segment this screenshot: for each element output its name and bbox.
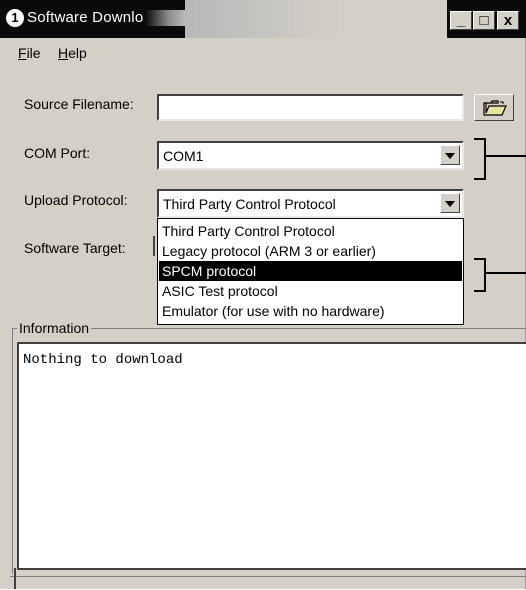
menu-help-accel: H bbox=[58, 45, 69, 61]
information-legend: Information bbox=[17, 320, 92, 336]
menu-bar: File Help bbox=[0, 38, 526, 62]
folder-open-icon bbox=[483, 100, 507, 116]
chevron-down-icon[interactable] bbox=[440, 145, 460, 165]
upload-protocol-label: Upload Protocol: bbox=[24, 192, 128, 208]
status-divider bbox=[14, 568, 16, 589]
upload-protocol-select[interactable]: Third Party Control Protocol bbox=[157, 189, 464, 218]
com-port-value: COM1 bbox=[163, 148, 204, 164]
menu-file-accel: F bbox=[18, 45, 27, 61]
dropdown-option-selected[interactable]: SPCM protocol bbox=[159, 261, 462, 281]
information-textarea[interactable]: Nothing to download bbox=[17, 342, 526, 570]
maximize-button[interactable]: □ bbox=[473, 11, 495, 30]
dropdown-option[interactable]: Third Party Control Protocol bbox=[159, 221, 462, 241]
software-download-window: 1 Software Downlo _ □ x File Help Source… bbox=[0, 0, 526, 589]
com-port-select[interactable]: COM1 bbox=[157, 141, 464, 170]
software-target-label: Software Target: bbox=[24, 240, 126, 256]
callout-bracket-dropdown bbox=[474, 258, 486, 292]
dropdown-option[interactable]: Legacy protocol (ARM 3 or earlier) bbox=[159, 241, 462, 261]
browse-button[interactable] bbox=[474, 94, 514, 121]
software-target-field-edge[interactable] bbox=[153, 236, 155, 256]
source-filename-label: Source Filename: bbox=[24, 96, 134, 112]
menu-file-label: ile bbox=[26, 45, 41, 61]
menu-file[interactable]: File bbox=[18, 45, 41, 61]
upload-protocol-value: Third Party Control Protocol bbox=[163, 196, 336, 212]
close-button[interactable]: x bbox=[497, 11, 519, 30]
title-gradient bbox=[185, 0, 447, 38]
callout-bracket-com-port bbox=[474, 138, 486, 180]
com-port-label: COM Port: bbox=[24, 145, 91, 161]
app-icon: 1 bbox=[6, 9, 24, 27]
menu-help-label: elp bbox=[68, 45, 87, 61]
callout-line-dropdown bbox=[484, 272, 526, 274]
menu-help[interactable]: Help bbox=[58, 45, 87, 61]
status-bar bbox=[10, 576, 526, 590]
title-bar[interactable]: 1 Software Downlo _ □ x bbox=[0, 0, 526, 38]
callout-line-com-port bbox=[484, 155, 526, 157]
minimize-button[interactable]: _ bbox=[450, 11, 472, 30]
window-title: Software Downlo bbox=[27, 9, 144, 26]
dropdown-option[interactable]: Emulator (for use with no hardware) bbox=[159, 301, 462, 321]
chevron-down-icon[interactable] bbox=[440, 193, 460, 213]
dropdown-option[interactable]: ASIC Test protocol bbox=[159, 281, 462, 301]
title-fade bbox=[145, 10, 185, 26]
upload-protocol-dropdown-list[interactable]: Third Party Control Protocol Legacy prot… bbox=[157, 218, 464, 325]
source-filename-input[interactable] bbox=[157, 94, 464, 121]
